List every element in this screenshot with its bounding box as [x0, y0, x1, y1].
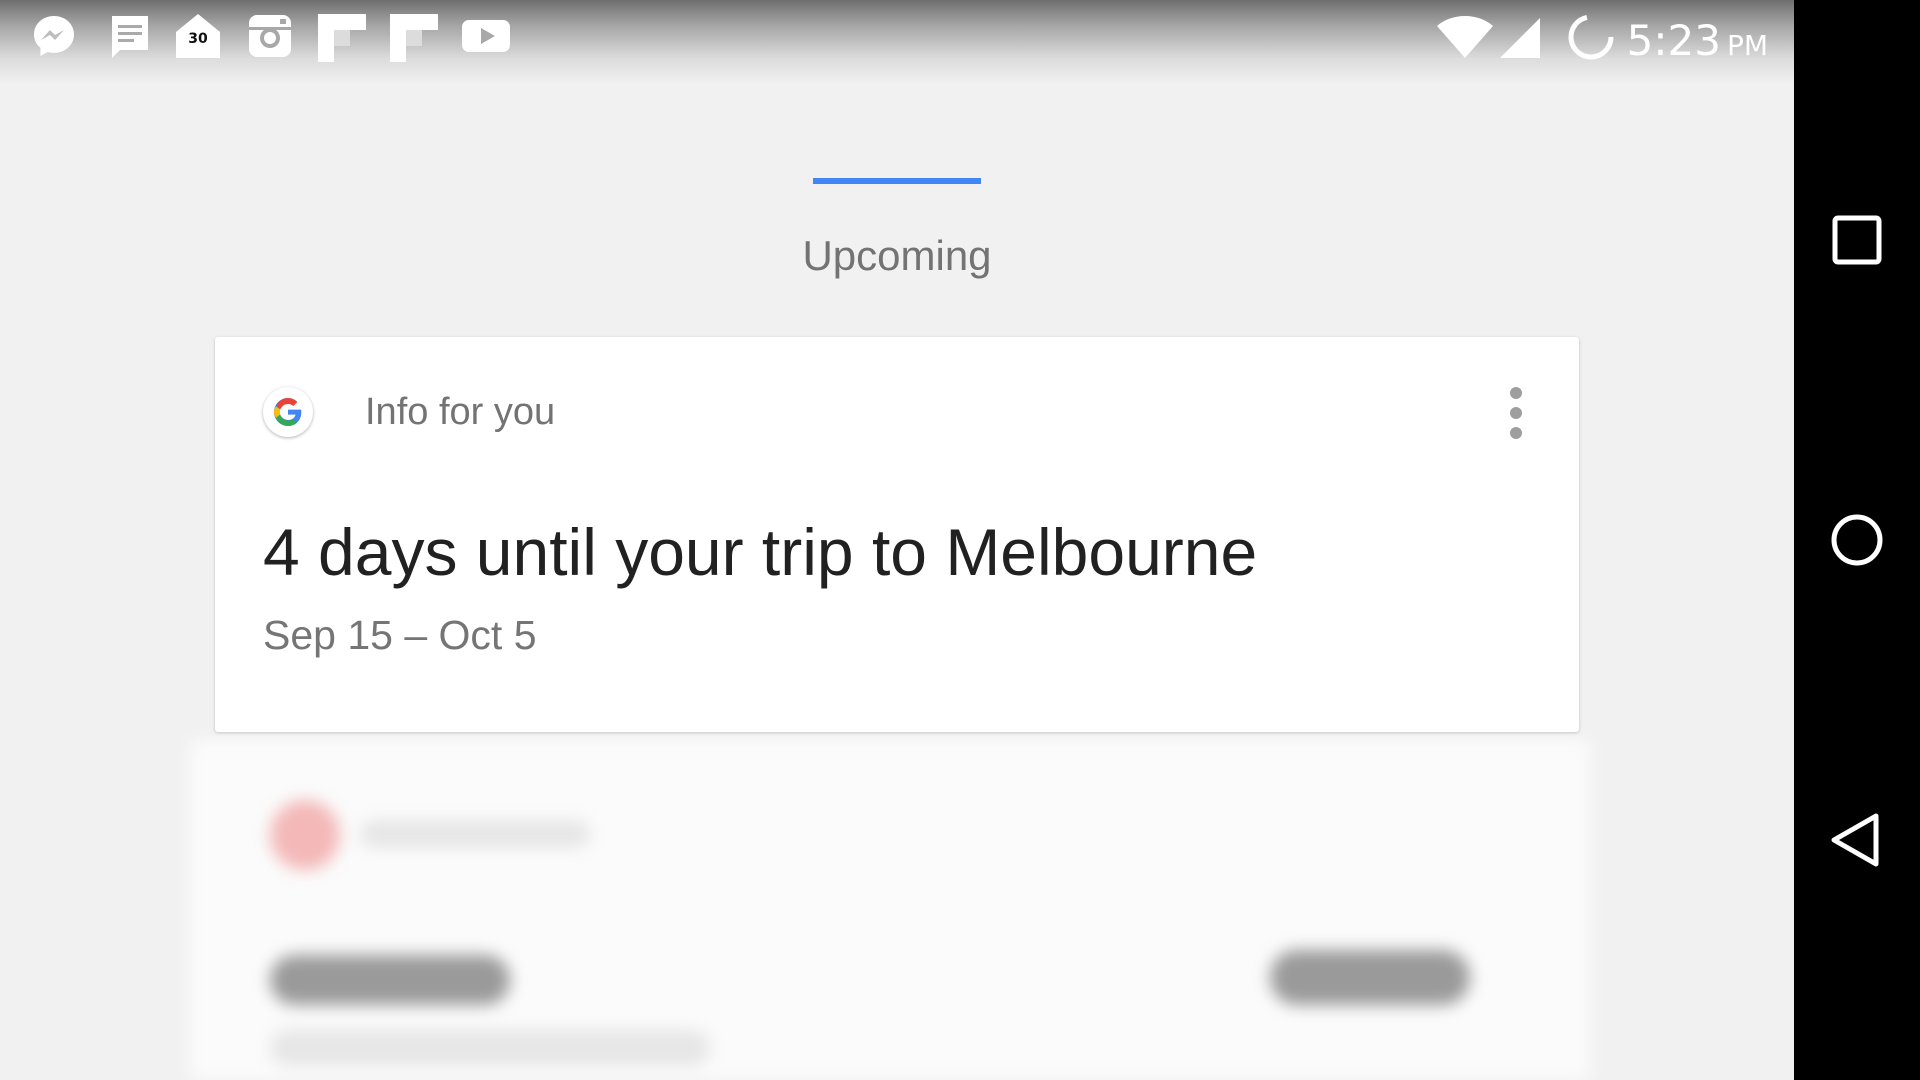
badge-number: 30: [187, 29, 209, 49]
blurred-text: [270, 955, 510, 1005]
status-clock: 5:23 PM: [1627, 13, 1768, 74]
messenger-icon: [30, 12, 78, 60]
blurred-avatar: [270, 800, 340, 870]
more-vert-icon[interactable]: [1501, 387, 1531, 439]
blurred-text: [1270, 950, 1470, 1005]
card-title: 4 days until your trip to Melbourne: [263, 515, 1258, 589]
flipboard-icon: [316, 12, 368, 64]
status-bar: 30 5:23 PM: [0, 0, 1794, 84]
back-icon[interactable]: [1827, 810, 1887, 870]
messages-icon: [106, 12, 154, 60]
blurred-text: [270, 1030, 710, 1066]
calendar-badge-icon: 30: [174, 12, 222, 60]
blurred-text: [360, 820, 590, 848]
tab-indicator: [813, 178, 981, 184]
clock-time: 5:23: [1626, 16, 1721, 65]
home-icon[interactable]: [1827, 510, 1887, 570]
section-title: Upcoming: [802, 232, 992, 279]
google-g-logo: [263, 387, 313, 437]
navigation-bar: [1794, 0, 1920, 1080]
blurred-next-card: [190, 740, 1590, 1080]
clock-ampm: PM: [1726, 29, 1768, 62]
instagram-icon: [246, 12, 294, 60]
recents-icon[interactable]: [1827, 210, 1887, 270]
flipboard-icon: [388, 12, 440, 64]
wifi-icon: [1436, 16, 1494, 60]
card-source-label: Info for you: [365, 391, 556, 433]
card-subtitle: Sep 15 – Oct 5: [263, 612, 537, 658]
youtube-icon: [460, 12, 512, 60]
sync-icon: [1566, 12, 1616, 62]
trip-card[interactable]: Info for you 4 days until your trip to M…: [215, 337, 1579, 732]
cell-signal-icon: [1498, 16, 1542, 60]
